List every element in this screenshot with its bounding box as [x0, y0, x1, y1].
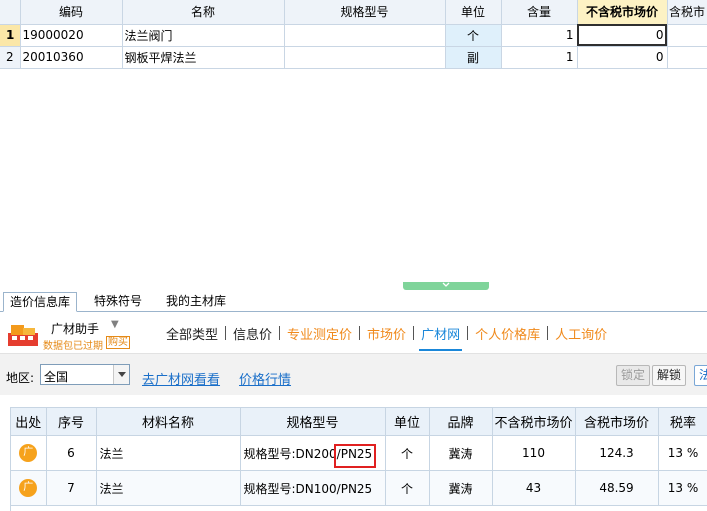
- region-label: 地区:: [6, 371, 35, 385]
- cell-code[interactable]: 19000020: [20, 24, 123, 47]
- cell-name[interactable]: 钢板平焊法兰: [122, 46, 285, 69]
- highlight-annotation-box: [334, 444, 376, 468]
- col-header-source[interactable]: 出处: [11, 407, 47, 436]
- helper-title[interactable]: 广材助手: [51, 320, 99, 337]
- guangcai-source-icon: 广: [19, 479, 38, 497]
- col-header-unit[interactable]: 单位: [445, 0, 502, 25]
- col-header-code[interactable]: 编码: [20, 0, 123, 25]
- truncated-button[interactable]: 法: [694, 365, 707, 386]
- cell-spec[interactable]: [284, 46, 446, 69]
- row-number[interactable]: 2: [0, 46, 21, 69]
- cell-material-name[interactable]: 法兰: [96, 470, 241, 506]
- nav-personal-price-library[interactable]: 个人价格库: [469, 324, 546, 343]
- nav-labor-inquiry[interactable]: 人工询价: [549, 324, 613, 343]
- col-header-qty[interactable]: 含量: [501, 0, 578, 25]
- guangcai-source-icon: 广: [19, 444, 38, 462]
- cell-price-incl-tax[interactable]: 124.3: [575, 435, 659, 471]
- buy-link[interactable]: 购买: [106, 336, 130, 349]
- cell-unit[interactable]: 个: [385, 470, 430, 506]
- col-header-brand[interactable]: 品牌: [429, 407, 493, 436]
- cell-code[interactable]: 20010360: [20, 46, 123, 69]
- tab-my-main-materials[interactable]: 我的主材库: [160, 292, 232, 312]
- nav-separator: [279, 326, 281, 340]
- cell-material-name[interactable]: 法兰: [96, 435, 241, 471]
- panel-splitter-handle[interactable]: [403, 282, 489, 290]
- table-row[interactable]: 广 7 法兰 规格型号:DN100/PN25 个 冀涛 43 48.59 13 …: [11, 470, 707, 506]
- nav-professional-price[interactable]: 专业测定价: [281, 324, 358, 343]
- helper-bar: 广材助手 ▼ 数据包已过期 购买 全部类型 信息价 专业测定价 市场价 广材网 …: [0, 313, 707, 353]
- col-header-spec[interactable]: 规格型号: [284, 0, 446, 25]
- cell-name[interactable]: 法兰阀门: [122, 24, 285, 47]
- nav-separator: [359, 326, 361, 340]
- region-select[interactable]: 全国: [40, 364, 130, 385]
- tab-price-info-library[interactable]: 造价信息库: [3, 292, 78, 312]
- col-header-price-excl-tax[interactable]: 不含税市场价: [577, 0, 668, 25]
- cell-qty[interactable]: 1: [501, 46, 578, 69]
- col-header-name[interactable]: 名称: [122, 0, 285, 25]
- col-header-material-name[interactable]: 材料名称: [96, 407, 241, 436]
- chevron-down-icon[interactable]: ▼: [111, 319, 119, 330]
- nav-all-types[interactable]: 全部类型: [160, 324, 224, 343]
- results-header-row: 出处 序号 材料名称 规格型号 单位 品牌 不含税市场价 含税市场价 税率: [11, 407, 707, 436]
- cell-price-excl-tax[interactable]: 0: [577, 24, 668, 47]
- col-header-price-excl-tax[interactable]: 不含税市场价: [492, 407, 576, 436]
- col-header-unit[interactable]: 单位: [385, 407, 430, 436]
- nav-separator: [413, 326, 415, 340]
- nav-separator: [225, 326, 227, 340]
- price-type-nav: 全部类型 信息价 专业测定价 市场价 广材网 个人价格库 人工询价: [160, 323, 613, 351]
- material-grid: 编码 名称 规格型号 单位 含量 不含税市场价 含税市 1 19000020 法…: [0, 0, 707, 69]
- col-header-price-incl-tax[interactable]: 含税市: [667, 0, 707, 25]
- cell-price-excl-tax[interactable]: 0: [577, 46, 668, 69]
- cell-price-incl-tax[interactable]: 48.59: [575, 470, 659, 506]
- material-assistant-logo-icon: [8, 325, 38, 346]
- col-header-spec[interactable]: 规格型号: [240, 407, 386, 436]
- cell-source[interactable]: 广: [11, 470, 47, 506]
- cell-unit[interactable]: 副: [445, 46, 502, 69]
- cell-qty[interactable]: 1: [501, 24, 578, 47]
- data-expired-text: 数据包已过期: [43, 341, 103, 352]
- unlock-button[interactable]: 解锁: [652, 365, 687, 386]
- tab-special-symbols[interactable]: 特殊符号: [88, 292, 148, 312]
- row-number[interactable]: 1: [0, 24, 21, 47]
- cell-seq[interactable]: 7: [46, 470, 97, 506]
- cell-source[interactable]: 广: [11, 435, 47, 471]
- filter-bar: 地区: 全国 去广材网看看 价格行情 锁定 解锁 法: [0, 353, 707, 395]
- col-header-price-incl-tax[interactable]: 含税市场价: [575, 407, 659, 436]
- table-row[interactable]: 2 20010360 钢板平焊法兰 副 1 0: [0, 46, 707, 69]
- lock-button[interactable]: 锁定: [616, 365, 651, 386]
- nav-guangcai-net[interactable]: 广材网: [415, 324, 466, 351]
- visit-guangcai-link[interactable]: 去广材网看看: [142, 369, 220, 388]
- col-header-tax-rate[interactable]: 税率: [658, 407, 707, 436]
- grid-header-row: 编码 名称 规格型号 单位 含量 不含税市场价 含税市: [0, 0, 707, 25]
- cell-unit[interactable]: 个: [385, 435, 430, 471]
- price-trend-link[interactable]: 价格行情: [239, 369, 291, 388]
- nav-separator: [467, 326, 469, 340]
- cell-seq[interactable]: 6: [46, 435, 97, 471]
- cell-price-excl-tax[interactable]: 110: [492, 435, 576, 471]
- cell-tax-rate[interactable]: 13 %: [658, 470, 707, 506]
- nav-separator: [547, 326, 549, 340]
- region-value: 全国: [44, 370, 69, 384]
- cell-tax-rate[interactable]: 13 %: [658, 435, 707, 471]
- col-header-seq[interactable]: 序号: [46, 407, 97, 436]
- cell-price-incl-tax[interactable]: [667, 46, 707, 69]
- cell-spec[interactable]: [284, 24, 446, 47]
- cell-price-excl-tax[interactable]: 43: [492, 470, 576, 506]
- cell-spec[interactable]: 规格型号:DN100/PN25: [240, 470, 386, 506]
- nav-info-price[interactable]: 信息价: [227, 324, 278, 343]
- bottom-tab-bar: 造价信息库 特殊符号 我的主材库: [0, 290, 707, 312]
- chevron-down-icon[interactable]: [113, 365, 129, 384]
- chevron-down-icon: [442, 282, 450, 287]
- cell-unit[interactable]: 个: [445, 24, 502, 47]
- cell-brand[interactable]: 冀涛: [429, 470, 493, 506]
- cell-price-incl-tax[interactable]: [667, 24, 707, 47]
- cell-brand[interactable]: 冀涛: [429, 435, 493, 471]
- table-row[interactable]: 1 19000020 法兰阀门 个 1 0: [0, 24, 707, 47]
- row-number-header: [0, 0, 21, 25]
- nav-market-price[interactable]: 市场价: [361, 324, 412, 343]
